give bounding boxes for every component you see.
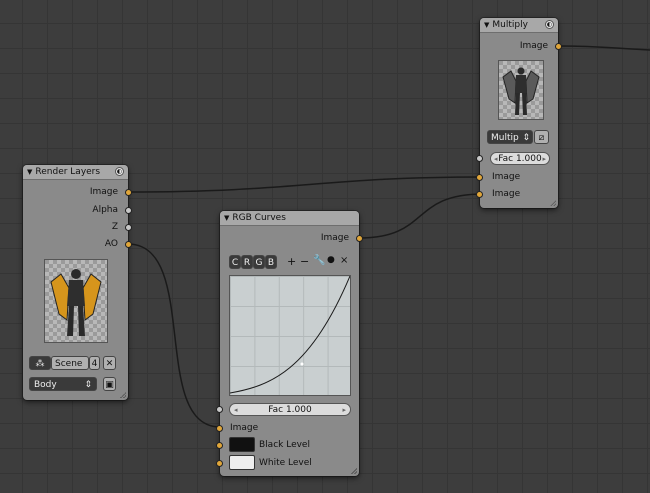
link-curves-image-to-multiply-image[interactable] (358, 193, 484, 239)
socket-input-image-1[interactable] (476, 174, 483, 181)
curve-graph[interactable] (229, 275, 351, 396)
socket-input-image[interactable] (216, 425, 223, 432)
channel-g-button[interactable]: G (253, 255, 265, 269)
fac-slider[interactable]: ◂ Fac 1.000 ▸ (490, 152, 550, 165)
render-preview-image (44, 259, 108, 343)
arrow-right-icon[interactable]: ▸ (542, 153, 546, 165)
rgb-curves-node[interactable]: ▼ RGB Curves Image C R G B + − 🔧 ● × ◂ Fa… (216, 211, 363, 476)
scene-unlink-icon[interactable]: ✕ (103, 356, 116, 370)
zoom-out-icon[interactable]: − (300, 255, 309, 268)
scene-name-field[interactable]: Scene (51, 356, 89, 370)
input-black-level: Black Level (259, 440, 310, 450)
output-ao: AO (104, 239, 118, 249)
socket-output-image[interactable] (356, 235, 363, 242)
socket-input-black-level[interactable] (216, 442, 223, 449)
render-layers-header[interactable]: ▼ Render Layers ◐ (23, 165, 128, 180)
node-title: Multiply (492, 20, 528, 30)
render-layer-icon[interactable]: ▣ (103, 377, 116, 391)
arrow-right-icon[interactable]: ▸ (342, 404, 346, 416)
layer-select-dropdown[interactable]: Body ⇕ (29, 377, 97, 391)
socket-output-ao[interactable] (125, 241, 132, 248)
input-image: Image (230, 423, 259, 433)
curve-line[interactable] (230, 276, 350, 395)
chevron-updown-icon: ⇕ (84, 380, 92, 390)
channel-r-button[interactable]: R (241, 255, 253, 269)
input-white-level: White Level (259, 458, 312, 468)
multiply-node[interactable]: ▼ Multiply ◐ Image Multip ⇕ ⧄ ◂ Fac 1.000… (476, 18, 562, 208)
node-title: RGB Curves (232, 213, 286, 223)
link-multiply-image-out[interactable] (557, 45, 650, 51)
multiply-preview-image (498, 60, 544, 120)
fac-slider[interactable]: ◂ Fac 1.000 ▸ (229, 403, 351, 416)
delete-point-icon[interactable]: × (340, 255, 348, 266)
chevron-updown-icon: ⇕ (522, 133, 530, 143)
multiply-header[interactable]: ▼ Multiply ◐ (480, 18, 558, 33)
blend-mode-dropdown[interactable]: Multip ⇕ (487, 130, 533, 144)
wrench-icon[interactable]: 🔧 (313, 255, 325, 266)
link-renderlayers-ao-to-curves-image[interactable] (127, 243, 221, 428)
collapse-arrow-icon[interactable]: ▼ (484, 21, 489, 29)
use-alpha-toggle-icon[interactable]: ⧄ (534, 130, 549, 144)
white-level-swatch[interactable] (229, 455, 255, 470)
resize-handle[interactable] (351, 468, 357, 474)
rgb-curves-header[interactable]: ▼ RGB Curves (220, 211, 359, 226)
socket-output-alpha[interactable] (125, 207, 132, 214)
output-z: Z (111, 222, 118, 232)
node-title: Render Layers (35, 167, 101, 177)
channel-b-button[interactable]: B (265, 255, 277, 269)
clipping-icon[interactable]: ● (327, 255, 335, 265)
scene-browse-button[interactable]: ⁂ (29, 356, 51, 370)
collapse-arrow-icon[interactable]: ▼ (224, 214, 229, 222)
render-layers-node[interactable]: ▼ Render Layers ◐ Image Alpha Z AO ⁂ Scen… (23, 165, 132, 400)
socket-input-image-2[interactable] (476, 191, 483, 198)
output-image: Image (320, 233, 349, 243)
resize-handle[interactable] (550, 200, 556, 206)
output-image: Image (89, 187, 118, 197)
preview-toggle-icon[interactable]: ◐ (115, 167, 124, 176)
socket-input-fac[interactable] (216, 406, 223, 413)
link-renderlayers-image-to-multiply-image[interactable] (127, 176, 484, 193)
socket-output-image[interactable] (555, 43, 562, 50)
socket-input-white-level[interactable] (216, 460, 223, 467)
output-image: Image (519, 41, 548, 51)
zoom-in-icon[interactable]: + (287, 255, 296, 268)
socket-output-z[interactable] (125, 224, 132, 231)
preview-toggle-icon[interactable]: ◐ (545, 20, 554, 29)
socket-output-image[interactable] (125, 189, 132, 196)
black-level-swatch[interactable] (229, 437, 255, 452)
arrow-left-icon[interactable]: ◂ (494, 153, 498, 165)
arrow-left-icon[interactable]: ◂ (234, 404, 238, 416)
output-alpha: Alpha (92, 205, 118, 215)
input-image-2: Image (492, 189, 521, 199)
collapse-arrow-icon[interactable]: ▼ (27, 168, 32, 176)
input-image-1: Image (492, 172, 521, 182)
gargoyle-figure-icon (50, 269, 102, 336)
resize-handle[interactable] (120, 392, 126, 398)
gargoyle-figure-icon (502, 67, 540, 115)
scene-users-count[interactable]: 4 (89, 356, 100, 370)
channel-c-button[interactable]: C (229, 255, 241, 269)
socket-input-fac[interactable] (476, 155, 483, 162)
